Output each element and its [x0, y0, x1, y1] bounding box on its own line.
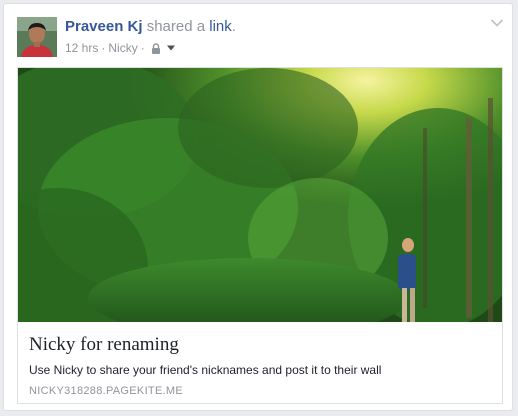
link-attachment[interactable]: Nicky for renaming Use Nicky to share yo… [17, 67, 503, 404]
post-timestamp-link[interactable]: 12 hrs [65, 41, 98, 55]
post-meta: 12 hrs · Nicky · [65, 41, 176, 55]
forest-image [18, 68, 502, 322]
caret-down-icon[interactable] [166, 44, 176, 52]
shared-link-link[interactable]: link [209, 18, 232, 35]
chevron-down-icon[interactable] [490, 18, 504, 28]
action-period: . [231, 18, 236, 35]
link-description: Use Nicky to share your friend's nicknam… [29, 363, 382, 377]
action-text: shared a [146, 18, 206, 35]
link-domain: NICKY318288.PAGEKITE.ME [29, 385, 184, 397]
link-title[interactable]: Nicky for renaming [29, 334, 179, 356]
author-name-link[interactable]: Praveen Kj [65, 18, 143, 35]
avatar[interactable] [17, 17, 57, 57]
app-name-link[interactable]: Nicky [108, 41, 137, 55]
feed-post-card: Praveen Kj shared a link. 12 hrs · Nicky… [3, 3, 513, 411]
link-preview-image[interactable] [18, 68, 502, 322]
lock-icon [151, 42, 160, 54]
post-header-line: Praveen Kj shared a link. [65, 18, 236, 36]
meta-separator: · [101, 41, 106, 55]
avatar-image [17, 17, 57, 57]
meta-separator-2: · [140, 41, 145, 55]
